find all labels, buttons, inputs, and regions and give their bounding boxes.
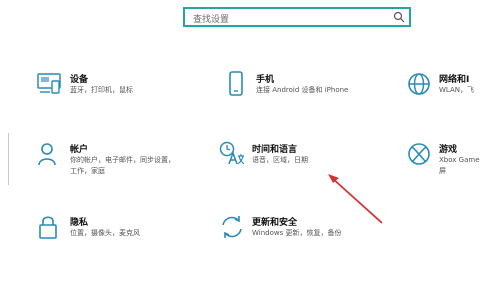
search-icon[interactable]	[393, 11, 405, 23]
tile-title: 游戏	[439, 145, 458, 155]
annotation-arrow	[328, 174, 383, 224]
tile-privacy[interactable]: 隐私 位置，摄像头，麦克风	[36, 213, 186, 253]
tile-title: 网络和I	[439, 75, 470, 85]
phone-icon	[229, 71, 243, 96]
tile-title: 设备	[70, 75, 89, 85]
devices-icon	[37, 73, 61, 94]
tile-title: 手机	[256, 75, 275, 85]
tile-description: 语音，区域，日期	[252, 156, 308, 164]
tile-description: 蓝牙，打印机，鼠标	[70, 86, 133, 94]
tile-description: WLAN，飞	[439, 86, 475, 94]
globe-icon	[408, 73, 430, 95]
tile-description: 位置，摄像头，麦克风	[70, 229, 140, 237]
tile-accounts[interactable]: 帐户 你的帐户，电子邮件，同步设置， 工作，家庭	[36, 140, 196, 186]
refresh-icon	[222, 216, 242, 238]
time-language-icon	[219, 141, 245, 165]
tile-title: 帐户	[70, 145, 89, 155]
tile-title: 更新和安全	[252, 218, 298, 228]
tile-network[interactable]: 网络和I WLAN，飞	[405, 70, 480, 110]
tile-devices[interactable]: 设备 蓝牙，打印机，鼠标	[36, 70, 186, 110]
person-icon	[38, 143, 56, 166]
tile-description: 你的帐户，电子邮件，同步设置， 工作，家庭	[70, 156, 175, 175]
tile-description: 连接 Android 设备和 iPhone	[256, 86, 349, 94]
search-input[interactable]: 查找设置	[193, 12, 229, 25]
xbox-icon	[408, 143, 430, 165]
tile-description: Xbox Game 屏	[439, 156, 480, 175]
left-edge-divider	[8, 133, 9, 185]
search-box[interactable]: 查找设置	[183, 7, 411, 27]
tile-title: 隐私	[70, 218, 89, 228]
tile-phone[interactable]: 手机 连接 Android 设备和 iPhone	[222, 70, 372, 110]
tile-gaming[interactable]: 游戏 Xbox Game 屏	[405, 140, 480, 186]
lock-icon	[39, 216, 57, 239]
tile-title: 时间和语言	[252, 145, 298, 155]
